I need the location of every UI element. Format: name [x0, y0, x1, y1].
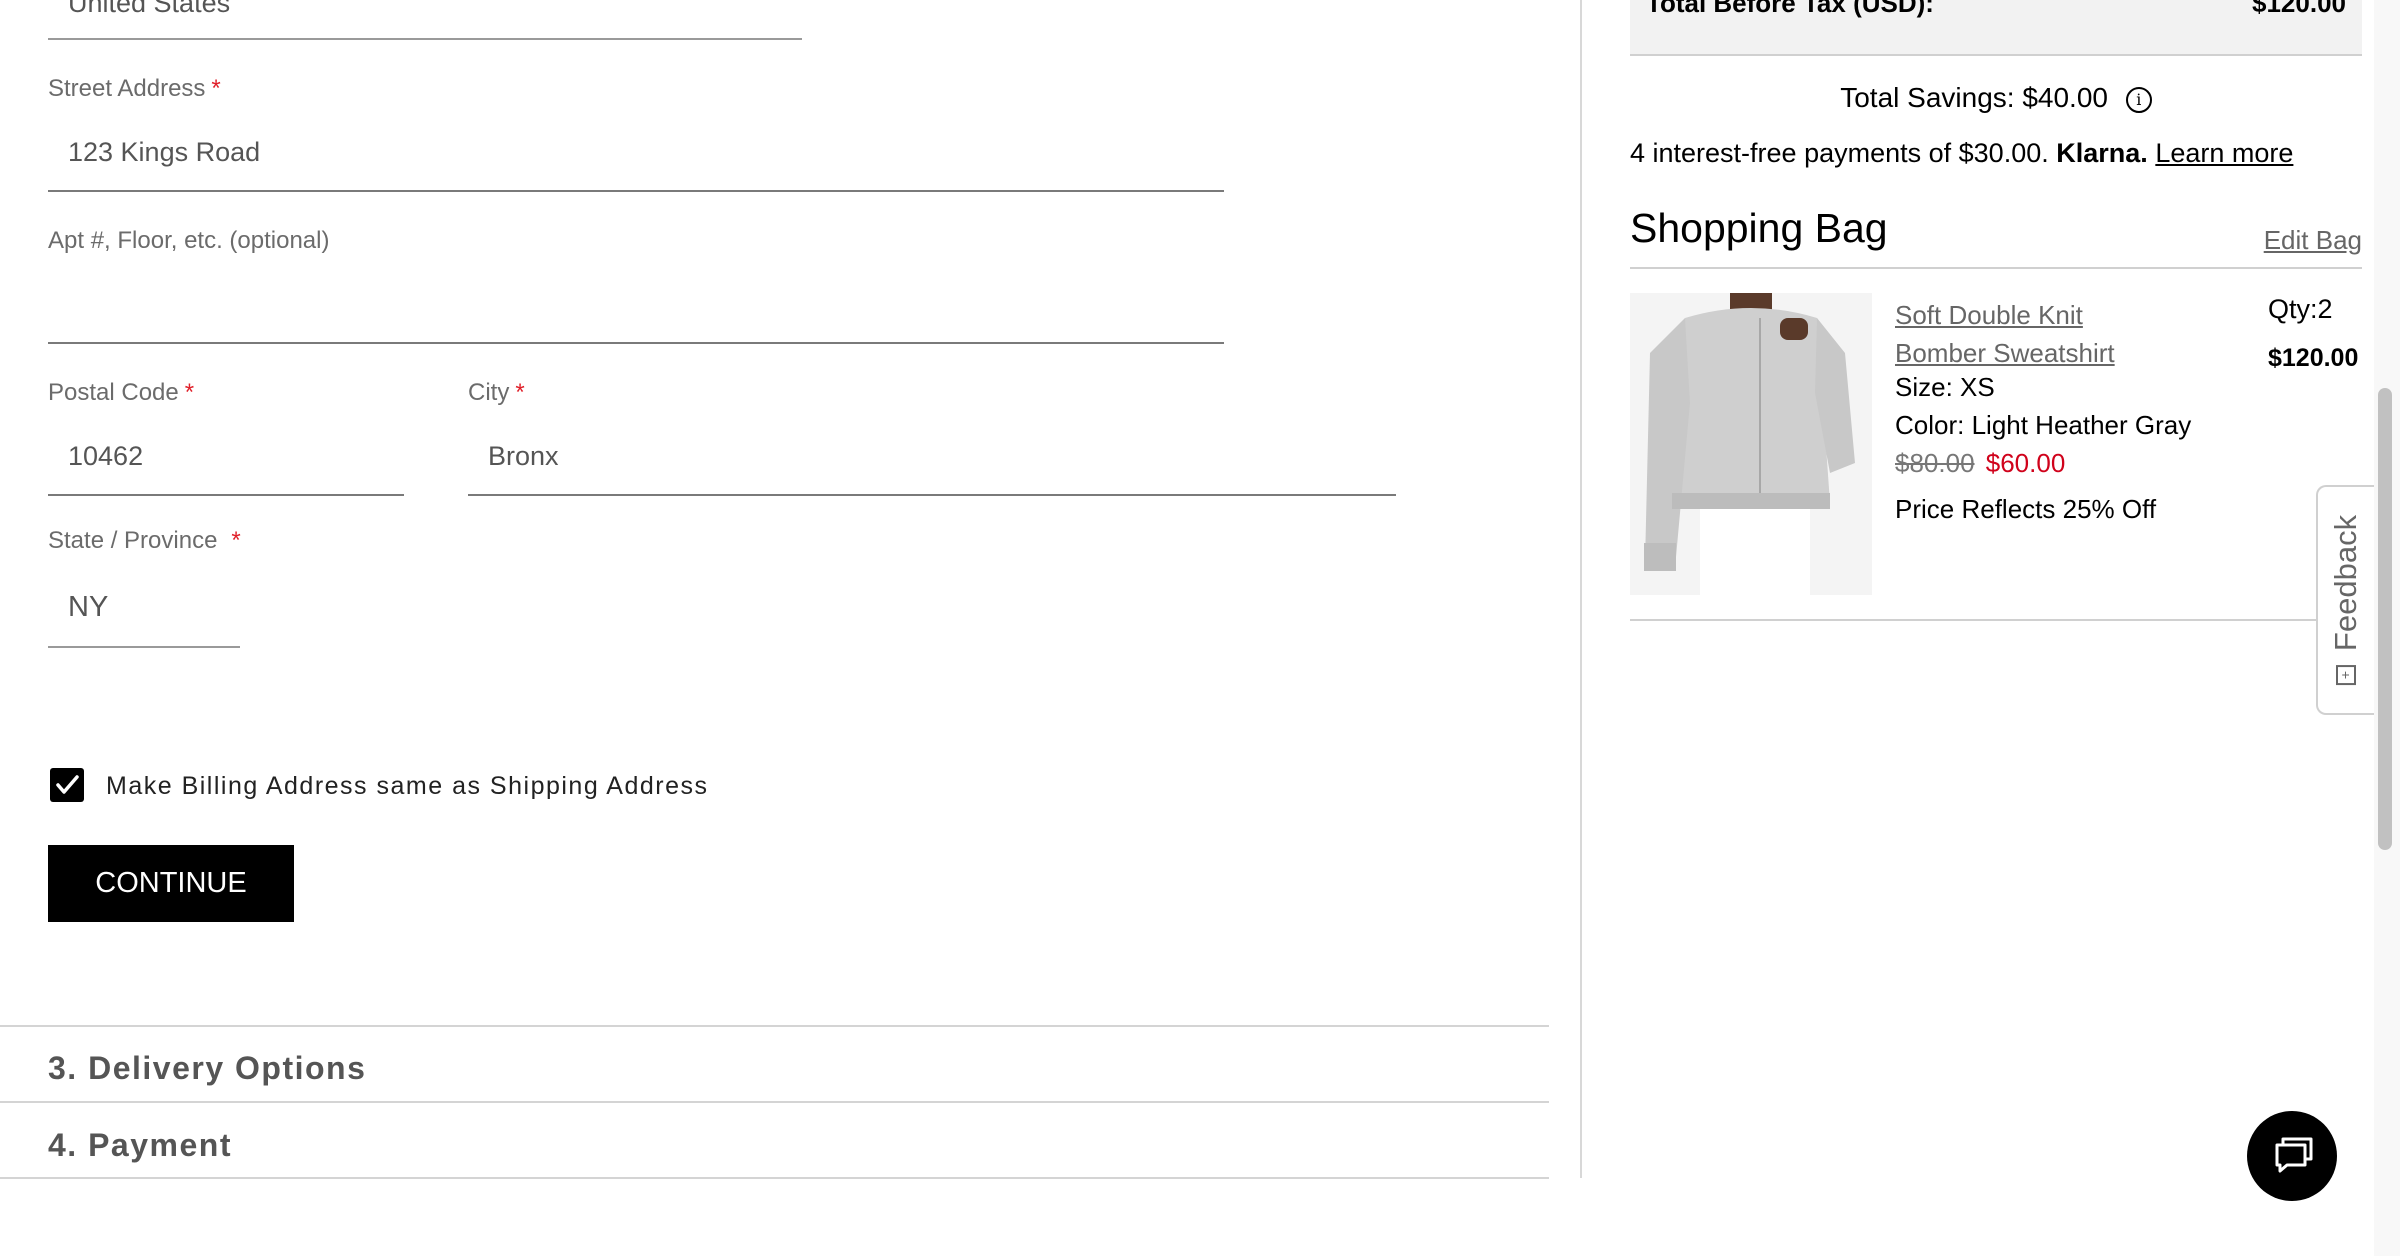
edit-bag-link[interactable]: Edit Bag [2264, 225, 2362, 256]
bag-header-divider [1630, 267, 2362, 269]
product-name-link[interactable]: Soft Double Knit Bomber Sweatshirt [1895, 296, 2115, 372]
info-icon[interactable]: i [2125, 87, 2152, 113]
street-address-underline [48, 190, 1224, 192]
product-line-total: $120.00 [2268, 344, 2359, 372]
feedback-label: Feedback [2328, 514, 2363, 652]
continue-button[interactable]: CONTINUE [48, 845, 294, 922]
billing-same-checkbox[interactable] [50, 768, 84, 802]
street-address-label: Street Address * [48, 75, 221, 102]
learn-more-link[interactable]: Learn more [2155, 138, 2293, 168]
total-before-tax-value: $120.00 [2252, 0, 2346, 18]
total-savings: Total Savings: $40.00 i [1630, 82, 2362, 114]
checkmark-icon [56, 775, 79, 794]
original-price: $80.00 [1895, 448, 1975, 478]
bomber-sweatshirt-image [1630, 293, 1872, 595]
country-field[interactable]: United States [68, 0, 230, 19]
klarna-message: 4 interest-free payments of $30.00. Klar… [1630, 138, 2294, 168]
state-label: State / Province * [48, 527, 241, 554]
sale-price: $60.00 [1985, 448, 2066, 478]
postal-code-underline [48, 494, 404, 496]
product-color: Color: Light Heather Gray [1895, 410, 2192, 440]
section-divider-bottom [0, 1177, 1549, 1179]
shopping-bag-title: Shopping Bag [1630, 205, 1888, 251]
state-underline [48, 646, 240, 648]
state-select[interactable]: NY [68, 591, 108, 624]
section-divider-top [0, 1025, 1549, 1027]
section-divider-middle [0, 1101, 1549, 1103]
billing-same-label[interactable]: Make Billing Address same as Shipping Ad… [106, 772, 709, 801]
street-address-input[interactable]: 123 Kings Road [68, 137, 260, 168]
chat-icon [2275, 1137, 2313, 1173]
section-payment[interactable]: 4. Payment [48, 1127, 232, 1164]
total-before-tax-label: Total Before Tax (USD): [1646, 0, 1934, 18]
city-label: City * [468, 379, 525, 406]
klarna-logo: Klarna. [2056, 138, 2148, 168]
feedback-tab[interactable]: + Feedback [2316, 485, 2374, 715]
feedback-icon: + [2336, 665, 2356, 686]
page-scrollbar-track[interactable] [2374, 0, 2400, 1256]
apt-input[interactable] [68, 290, 1218, 330]
product-price: $80.00 $60.00 [1895, 448, 2065, 479]
section-delivery-options[interactable]: 3. Delivery Options [48, 1050, 366, 1087]
apt-label: Apt #, Floor, etc. (optional) [48, 227, 330, 254]
product-qty: Qty:2 [2268, 294, 2333, 324]
country-underline [48, 38, 802, 40]
product-size: Size: XS [1895, 372, 1995, 402]
city-input[interactable]: Bronx [488, 441, 559, 472]
page-scrollbar-thumb[interactable] [2378, 388, 2392, 850]
apt-underline [48, 342, 1224, 344]
postal-code-label: Postal Code * [48, 379, 195, 406]
discount-note: Price Reflects 25% Off [1895, 494, 2157, 524]
city-underline [468, 494, 1396, 496]
chat-button[interactable] [2247, 1111, 2337, 1201]
product-image[interactable] [1630, 293, 1872, 595]
postal-code-input[interactable]: 10462 [68, 441, 143, 472]
bag-item-divider [1630, 619, 2362, 621]
column-divider [1580, 0, 1582, 1178]
total-before-tax-box: Total Before Tax (USD): $120.00 [1630, 0, 2362, 56]
